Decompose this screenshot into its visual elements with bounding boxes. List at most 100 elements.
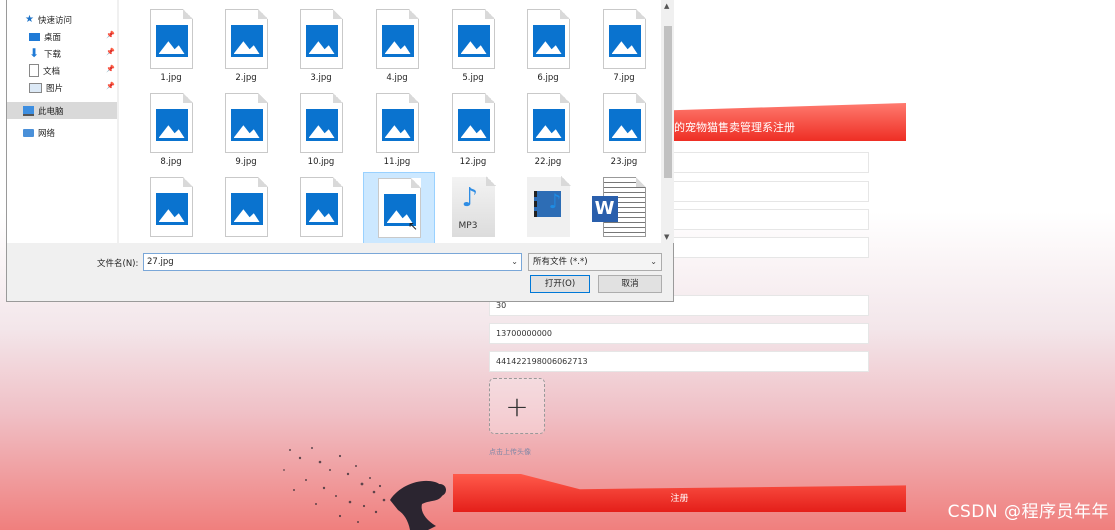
form-field-2[interactable] [672, 181, 869, 202]
file-item[interactable]: 22.jpg [512, 84, 584, 167]
form-field-3[interactable] [672, 209, 869, 230]
file-name: 10.jpg [307, 157, 335, 167]
file-item[interactable]: 3.jpg [285, 0, 357, 83]
music-note-icon: ♪ [461, 183, 479, 213]
file-name: 5.jpg [462, 73, 484, 83]
file-name: 11.jpg [383, 157, 411, 167]
mp3-file-icon: ♪ MP3 [451, 176, 496, 237]
file-item[interactable]: ♪ [512, 168, 584, 243]
file-name: 3.jpg [310, 73, 332, 83]
computer-icon [23, 105, 34, 116]
upload-hint: 点击上传头像 [489, 448, 531, 456]
word-file-icon: W [591, 177, 646, 237]
nav-downloads-label: 下载 [44, 49, 62, 60]
file-item-selected[interactable]: ↖ [363, 172, 435, 243]
mp3-label: MP3 [458, 221, 478, 231]
jpg-file-icon [299, 93, 343, 153]
jpg-file-icon [375, 93, 419, 153]
open-button[interactable]: 打开(O) [530, 275, 590, 293]
jpg-file-icon [451, 93, 495, 153]
cancel-button[interactable]: 取消 [598, 275, 662, 293]
filename-value: 27.jpg [147, 257, 174, 267]
nav-desktop[interactable]: 桌面 📌 [7, 28, 117, 45]
file-item[interactable] [210, 168, 282, 243]
nav-this-pc[interactable]: 此电脑 [7, 102, 117, 119]
file-item[interactable]: 1.jpg [135, 0, 207, 83]
jpg-file-icon [149, 93, 193, 153]
jpg-file-icon [526, 93, 570, 153]
nav-this-pc-label: 此电脑 [38, 106, 64, 117]
nav-network[interactable]: 网络 [7, 124, 117, 141]
file-item[interactable]: 10.jpg [285, 84, 357, 167]
file-list-scrollbar[interactable]: ▲ ▼ [662, 0, 674, 243]
chevron-down-icon[interactable]: ⌄ [650, 254, 657, 270]
nav-downloads[interactable]: ⬇ 下载 📌 [7, 45, 117, 62]
nav-pictures[interactable]: 图片 📌 [7, 79, 117, 96]
plus-icon: + [505, 389, 529, 423]
nav-quick-access-label: 快速访问 [37, 15, 72, 26]
file-name: 7.jpg [613, 73, 635, 83]
file-item[interactable]: 6.jpg [512, 0, 584, 83]
filetype-value: 所有文件 (*.*) [533, 257, 588, 267]
jpg-file-icon [299, 9, 343, 69]
form-field-1[interactable] [672, 152, 869, 173]
file-item[interactable]: 11.jpg [361, 84, 433, 167]
file-item[interactable]: W [588, 168, 660, 243]
file-item[interactable]: 5.jpg [437, 0, 509, 83]
file-name: 9.jpg [235, 157, 257, 167]
banner-title: 的宠物猫售卖管理系注册 [674, 121, 795, 134]
file-name: 4.jpg [386, 73, 408, 83]
scroll-down-icon[interactable]: ▼ [664, 233, 669, 241]
pin-icon: 📌 [106, 65, 115, 73]
phone-input[interactable]: 13700000000 [489, 323, 869, 344]
jpg-file-icon [149, 177, 193, 237]
nav-pictures-label: 图片 [46, 83, 64, 94]
form-field-4[interactable] [672, 237, 869, 258]
nav-quick-access[interactable]: ★ 快速访问 [7, 11, 117, 28]
file-item[interactable] [135, 168, 207, 243]
scroll-up-icon[interactable]: ▲ [664, 2, 669, 10]
nav-desktop-label: 桌面 [44, 32, 62, 43]
jpg-file-icon [602, 9, 646, 69]
runner-particle-illustration [283, 447, 446, 530]
star-icon: ★ [25, 14, 34, 25]
file-name: 6.jpg [537, 73, 559, 83]
filename-label: 文件名(N): [97, 259, 139, 269]
jpg-file-icon [602, 93, 646, 153]
file-item[interactable] [285, 168, 357, 243]
download-arrow-icon: ⬇ [29, 46, 40, 60]
file-item[interactable]: 9.jpg [210, 84, 282, 167]
desktop-icon [29, 32, 40, 41]
file-item[interactable]: 23.jpg [588, 84, 660, 167]
jpg-file-icon [375, 9, 419, 69]
file-item[interactable]: 8.jpg [135, 84, 207, 167]
nav-network-label: 网络 [38, 128, 56, 139]
scrollbar-thumb[interactable] [664, 26, 672, 178]
file-item[interactable]: 12.jpg [437, 84, 509, 167]
nav-documents-label: 文档 [43, 66, 61, 77]
filetype-select[interactable]: 所有文件 (*.*) ⌄ [528, 253, 662, 271]
avatar-upload-button[interactable]: + [489, 378, 545, 434]
pin-icon: 📌 [106, 82, 115, 90]
pin-icon: 📌 [106, 31, 115, 39]
file-item[interactable]: 7.jpg [588, 0, 660, 83]
document-icon [29, 64, 39, 77]
jpg-file-icon [224, 177, 268, 237]
file-name: 2.jpg [235, 73, 257, 83]
nav-documents[interactable]: 文档 📌 [7, 62, 117, 79]
chevron-down-icon[interactable]: ⌄ [511, 254, 518, 270]
pictures-icon [29, 82, 42, 93]
pin-icon: 📌 [106, 48, 115, 56]
id-number-input[interactable]: 441422198006062713 [489, 351, 869, 372]
file-item[interactable]: ♪ MP3 [437, 168, 509, 243]
file-item[interactable]: 4.jpg [361, 0, 433, 83]
jpg-file-icon [224, 93, 268, 153]
jpg-file-icon [451, 9, 495, 69]
network-icon [23, 128, 34, 137]
word-w-icon: W [591, 196, 618, 222]
file-name: 1.jpg [160, 73, 182, 83]
file-name: 23.jpg [610, 157, 638, 167]
file-item[interactable]: 2.jpg [210, 0, 282, 83]
video-file-icon: ♪ [526, 176, 571, 237]
filename-input[interactable]: 27.jpg ⌄ [143, 253, 522, 271]
